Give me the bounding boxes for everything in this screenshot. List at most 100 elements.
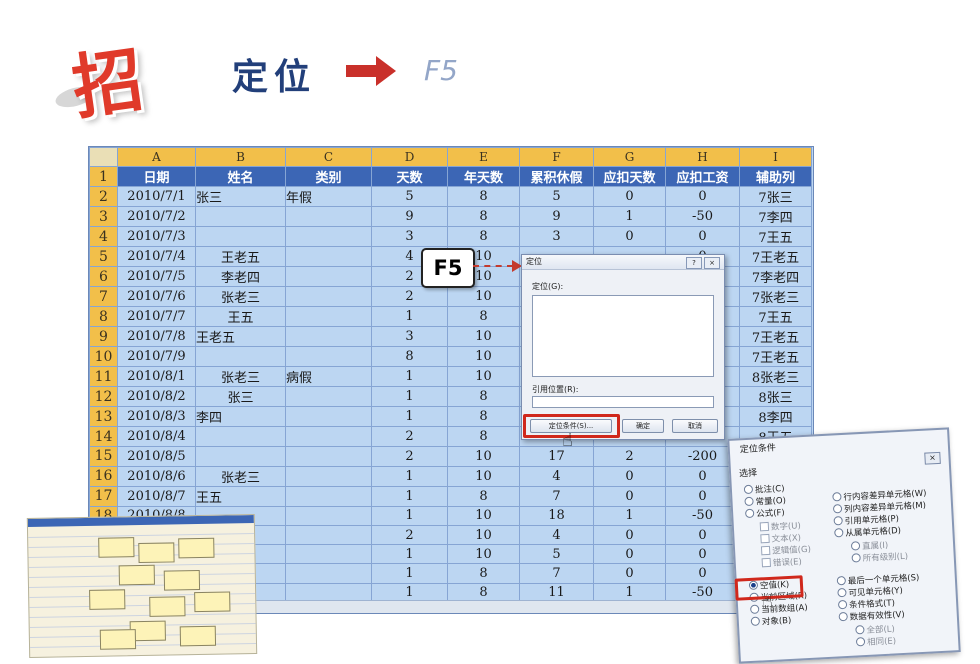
- cell[interactable]: 8: [447, 226, 520, 248]
- cell[interactable]: 2010/7/7: [117, 306, 196, 328]
- cell[interactable]: 1: [593, 206, 666, 228]
- cell[interactable]: 1: [371, 563, 448, 584]
- cell[interactable]: [285, 286, 372, 308]
- row-number[interactable]: 10: [89, 346, 118, 368]
- cell[interactable]: 10: [447, 346, 520, 368]
- header-cell[interactable]: 累积休假: [519, 166, 594, 188]
- radio-icon[interactable]: [855, 625, 865, 635]
- cell[interactable]: 0: [593, 186, 666, 208]
- cell[interactable]: [285, 446, 372, 467]
- row-number[interactable]: 4: [89, 226, 118, 248]
- cell[interactable]: 10: [447, 326, 520, 348]
- cell[interactable]: 张三: [195, 186, 286, 208]
- cell[interactable]: [195, 446, 286, 467]
- cell[interactable]: 1: [371, 465, 448, 487]
- cell[interactable]: 2010/8/1: [117, 366, 196, 388]
- header-cell[interactable]: 年天数: [447, 166, 520, 188]
- row-number[interactable]: 8: [89, 306, 118, 328]
- cell[interactable]: 10: [447, 286, 520, 308]
- row-number[interactable]: 11: [89, 366, 118, 388]
- radio-icon[interactable]: [850, 541, 861, 551]
- cell[interactable]: [285, 426, 372, 448]
- radio-icon[interactable]: [832, 504, 843, 514]
- column-header[interactable]: B: [195, 147, 286, 168]
- header-cell[interactable]: 天数: [371, 166, 448, 188]
- cell[interactable]: 2010/7/2: [117, 206, 196, 228]
- cell[interactable]: 2: [371, 426, 448, 448]
- header-cell[interactable]: 辅助列: [739, 166, 812, 188]
- cell[interactable]: 10: [447, 446, 520, 467]
- row-number[interactable]: 7: [89, 286, 118, 308]
- row-number[interactable]: 5: [89, 246, 118, 268]
- cell[interactable]: 0: [593, 524, 666, 546]
- column-header[interactable]: A: [117, 147, 196, 168]
- column-header[interactable]: C: [285, 147, 372, 168]
- column-header[interactable]: E: [447, 147, 520, 168]
- radio-icon[interactable]: [833, 516, 843, 526]
- cell[interactable]: 1: [371, 485, 448, 507]
- cell[interactable]: 0: [593, 465, 666, 487]
- cell[interactable]: 5: [519, 544, 594, 565]
- cell[interactable]: 0: [593, 563, 666, 584]
- cell[interactable]: 7王五: [739, 306, 812, 328]
- cell[interactable]: 2010/8/4: [117, 426, 196, 448]
- cell[interactable]: 1: [593, 505, 666, 526]
- row-number[interactable]: 16: [89, 465, 118, 487]
- header-cell[interactable]: 日期: [117, 166, 196, 188]
- cell[interactable]: 17: [519, 446, 594, 467]
- cell[interactable]: 王五: [195, 306, 286, 328]
- cell[interactable]: 5: [519, 186, 594, 208]
- cell[interactable]: 7张老三: [739, 286, 812, 308]
- checkbox-icon[interactable]: [760, 545, 771, 556]
- cell[interactable]: 2010/8/3: [117, 406, 196, 428]
- radio-option[interactable]: 公式(F): [744, 506, 785, 520]
- cell[interactable]: 7王老五: [739, 346, 812, 368]
- radio-icon[interactable]: [837, 599, 848, 610]
- row-number[interactable]: 14: [89, 426, 118, 448]
- cell[interactable]: 8: [447, 406, 520, 428]
- cell[interactable]: 2010/7/5: [117, 266, 196, 288]
- header-cell[interactable]: 应扣天数: [593, 166, 666, 188]
- cell[interactable]: 0: [665, 563, 740, 584]
- column-header[interactable]: D: [371, 147, 448, 168]
- radio-icon[interactable]: [743, 484, 754, 495]
- radio-icon[interactable]: [749, 604, 760, 614]
- cell[interactable]: 王老五: [195, 326, 286, 348]
- checkbox-icon[interactable]: [760, 533, 770, 544]
- row-number[interactable]: 13: [89, 406, 118, 428]
- radio-icon[interactable]: [836, 575, 847, 586]
- cell[interactable]: 张老三: [195, 465, 286, 487]
- reference-input[interactable]: [532, 396, 714, 408]
- cell[interactable]: [285, 544, 372, 565]
- cell[interactable]: [285, 524, 372, 546]
- cell[interactable]: 1: [371, 544, 448, 565]
- cell[interactable]: 8: [447, 426, 520, 448]
- cell[interactable]: 1: [371, 366, 448, 388]
- cell[interactable]: 4: [519, 524, 594, 546]
- cell[interactable]: 0: [665, 485, 740, 507]
- checkbox-icon[interactable]: [759, 521, 770, 532]
- cell[interactable]: [285, 206, 372, 228]
- cell[interactable]: 0: [665, 226, 740, 248]
- cell[interactable]: [285, 266, 372, 288]
- radio-option[interactable]: 所有级别(L): [851, 550, 908, 565]
- header-cell[interactable]: 类别: [285, 166, 372, 188]
- cell[interactable]: 2010/8/2: [117, 386, 196, 408]
- cell[interactable]: 7: [519, 485, 594, 507]
- cell[interactable]: [285, 465, 372, 487]
- row-number[interactable]: 2: [89, 186, 118, 208]
- cell[interactable]: 2010/7/4: [117, 246, 196, 268]
- checkbox-option[interactable]: 错误(E): [761, 555, 802, 569]
- cell[interactable]: 8: [371, 346, 448, 368]
- cell[interactable]: 0: [593, 485, 666, 507]
- cell[interactable]: [195, 426, 286, 448]
- cell[interactable]: 0: [665, 186, 740, 208]
- column-header[interactable]: I: [739, 147, 812, 168]
- cell[interactable]: 王老五: [195, 246, 286, 268]
- select-all-corner[interactable]: [89, 147, 118, 168]
- cell[interactable]: 张老三: [195, 286, 286, 308]
- help-icon[interactable]: ?: [686, 257, 702, 269]
- cell[interactable]: 7李老四: [739, 266, 812, 288]
- cell[interactable]: 1: [371, 505, 448, 526]
- cell[interactable]: [285, 226, 372, 248]
